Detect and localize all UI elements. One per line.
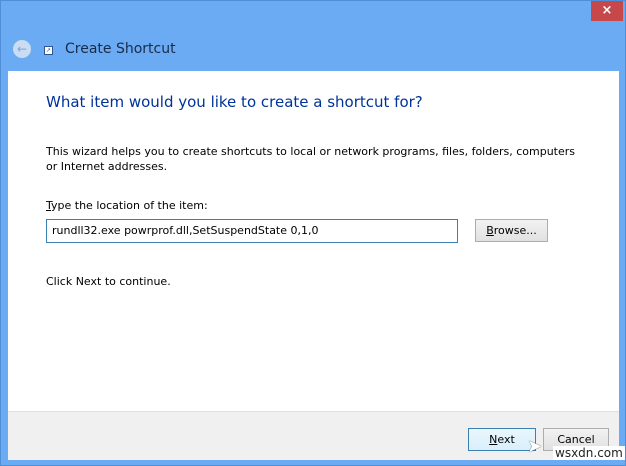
back-arrow-icon[interactable]: ← (13, 40, 31, 58)
shortcut-icon: ↗ (44, 46, 53, 55)
location-label: Type the location of the item: (46, 199, 208, 212)
wizard-description: This wizard helps you to create shortcut… (46, 145, 576, 173)
mouse-pointer-icon: ➤ (527, 436, 543, 457)
window-title: Create Shortcut (65, 41, 176, 57)
continue-hint: Click Next to continue. (46, 275, 171, 288)
page-heading: What item would you like to create a sho… (46, 93, 423, 111)
close-button[interactable]: × (591, 1, 623, 21)
watermark: wsxdn.com (553, 446, 625, 460)
wizard-panel: What item would you like to create a sho… (8, 71, 619, 411)
create-shortcut-window: × ← ↗ Create Shortcut What item would yo… (0, 0, 626, 466)
next-button[interactable]: Next (468, 428, 536, 451)
browse-button[interactable]: Browse... (475, 219, 548, 242)
location-input[interactable]: rundll32.exe powrprof.dll,SetSuspendStat… (46, 219, 458, 243)
